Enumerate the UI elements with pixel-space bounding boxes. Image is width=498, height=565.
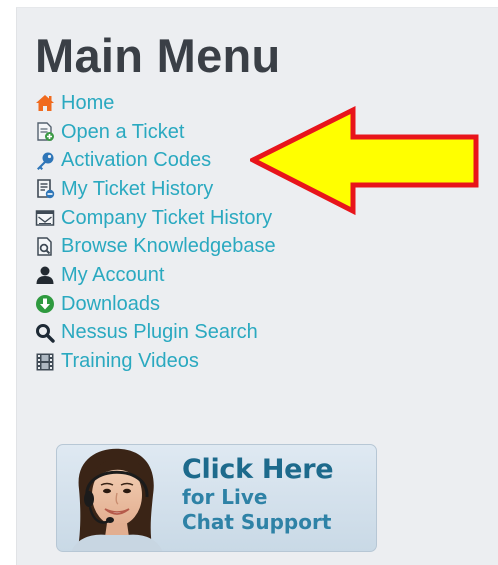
highlight-arrow xyxy=(250,105,479,216)
menu-item-label: Browse Knowledgebase xyxy=(61,235,276,258)
menu-item-home[interactable]: Home xyxy=(35,89,276,118)
menu-item-label: Nessus Plugin Search xyxy=(61,321,258,344)
download-icon xyxy=(35,294,55,314)
menu-item-label: Activation Codes xyxy=(61,149,212,172)
menu-item-open-ticket[interactable]: Open a Ticket xyxy=(35,118,276,147)
key-icon xyxy=(35,151,55,171)
menu-item-label: Home xyxy=(61,91,115,114)
menu-item-my-account[interactable]: My Account xyxy=(35,261,276,290)
open-ticket-icon xyxy=(35,122,55,142)
chat-banner-subline: Chat Support xyxy=(182,510,332,534)
menu-item-label: Downloads xyxy=(61,292,160,315)
chat-banner-headline: Click Here xyxy=(182,454,334,485)
chat-banner-text: Click Here for Live Chat Support xyxy=(182,454,334,535)
user-icon xyxy=(35,265,55,285)
menu-item-label: My Ticket History xyxy=(61,177,214,200)
main-menu-list: Home Open a Ticket Activation Codes My T… xyxy=(35,89,276,376)
company-history-icon xyxy=(35,208,55,228)
menu-item-activation-codes[interactable]: Activation Codes xyxy=(35,146,276,175)
menu-item-downloads[interactable]: Downloads xyxy=(35,290,276,319)
menu-item-label: Open a Ticket xyxy=(61,120,185,143)
menu-item-my-ticket-history[interactable]: My Ticket History xyxy=(35,175,276,204)
main-menu-title: Main Menu xyxy=(35,29,281,82)
support-agent-image xyxy=(71,448,163,551)
menu-item-nessus-plugin-search[interactable]: Nessus Plugin Search xyxy=(35,319,276,348)
knowledgebase-icon xyxy=(35,237,55,257)
live-chat-banner[interactable]: Click Here for Live Chat Support xyxy=(56,444,377,552)
menu-item-label: Training Videos xyxy=(61,350,199,373)
home-icon xyxy=(35,93,55,113)
chat-banner-subline: for Live xyxy=(182,485,268,509)
menu-item-training-videos[interactable]: Training Videos xyxy=(35,347,276,376)
menu-item-label: My Account xyxy=(61,263,165,286)
film-icon xyxy=(35,352,55,372)
menu-item-company-ticket-history[interactable]: Company Ticket History xyxy=(35,204,276,233)
ticket-history-icon xyxy=(35,179,55,199)
menu-item-browse-knowledgebase[interactable]: Browse Knowledgebase xyxy=(35,232,276,261)
menu-item-label: Company Ticket History xyxy=(61,206,273,229)
search-icon xyxy=(35,323,55,343)
